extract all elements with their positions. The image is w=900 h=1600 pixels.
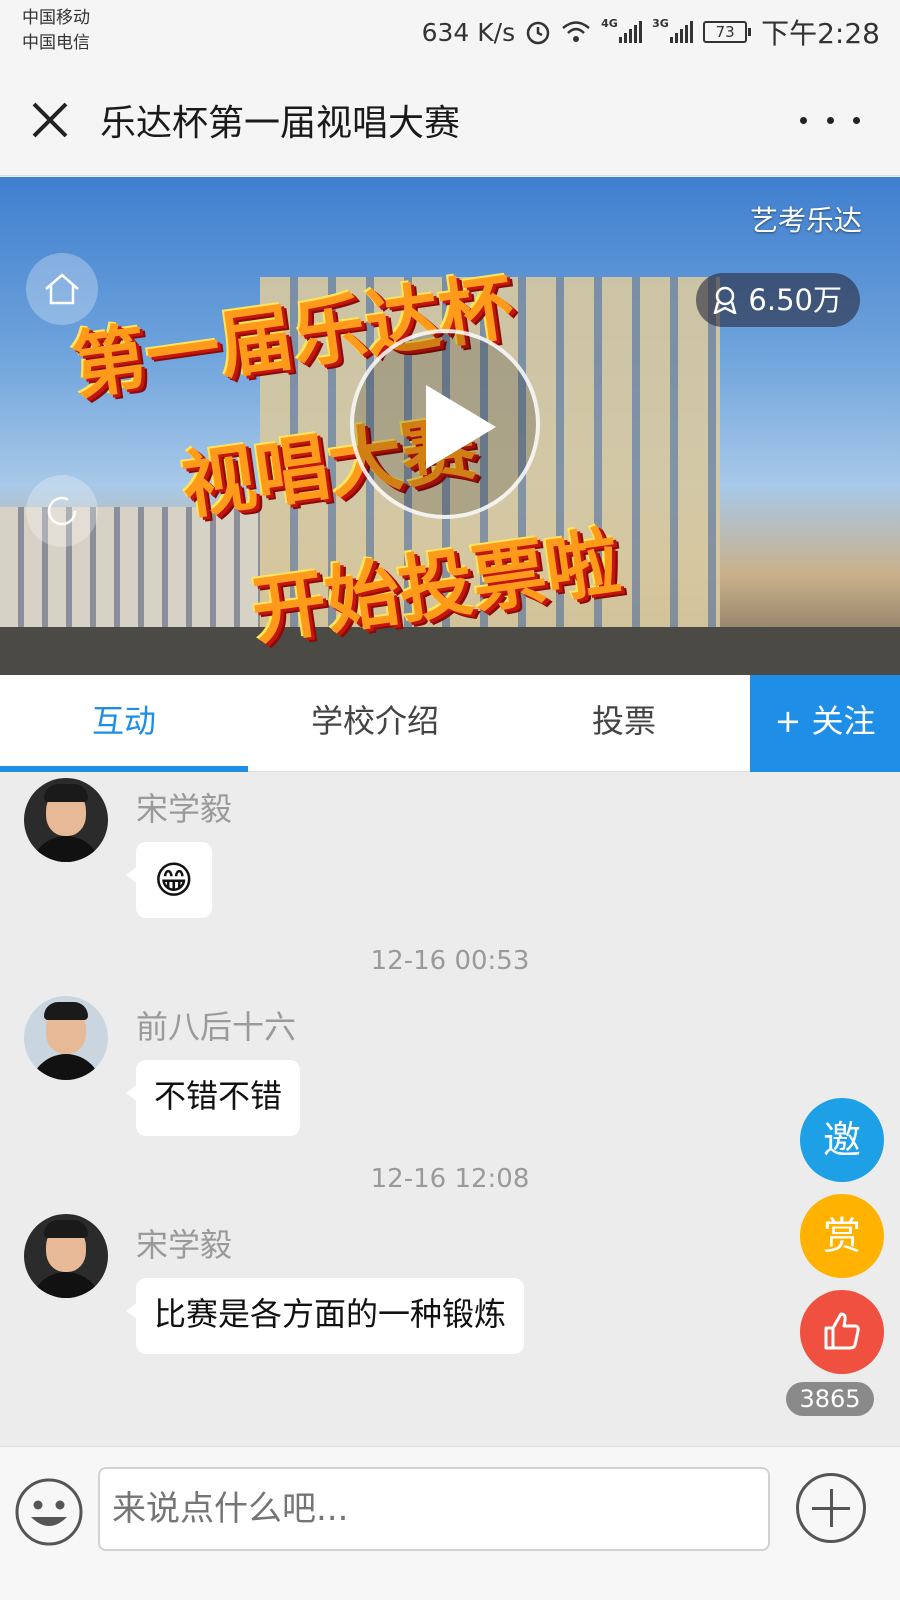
- status-bar: 中国移动 中国电信 634 K/s 4G 3G 73 下午2:28: [0, 0, 900, 64]
- like-count: 3865: [786, 1382, 874, 1416]
- comment-input[interactable]: [98, 1467, 770, 1551]
- avatar[interactable]: [24, 996, 108, 1080]
- tab-school-intro[interactable]: 学校介绍: [250, 675, 500, 772]
- street-image: [0, 627, 900, 675]
- tab-bar: 互动 学校介绍 投票 + 关注: [0, 675, 900, 772]
- message-timestamp: 12-16 12:08: [370, 1164, 530, 1194]
- home-button[interactable]: [26, 253, 98, 325]
- sender-name: 宋学毅: [136, 1226, 233, 1264]
- carrier-names: 中国移动 中国电信: [22, 6, 90, 56]
- more-icon-dot: [853, 116, 860, 124]
- home-icon: [45, 273, 79, 305]
- message-bubble: 不错不错: [125, 1060, 301, 1136]
- avatar[interactable]: [24, 1214, 108, 1298]
- sender-name: 宋学毅: [136, 790, 233, 828]
- viewer-icon: [713, 286, 737, 314]
- network-speed: 634 K/s: [421, 17, 516, 47]
- emoji-button[interactable]: [14, 1477, 84, 1547]
- refresh-icon: [47, 496, 77, 526]
- wifi-icon: [561, 20, 591, 44]
- battery-icon: 73: [703, 21, 752, 43]
- emoji-icon: [15, 1478, 83, 1546]
- tab-interaction[interactable]: 互动: [0, 675, 248, 772]
- page-title: 乐达杯第一届视唱大赛: [100, 103, 461, 144]
- play-button[interactable]: [350, 329, 540, 519]
- status-indicators: 634 K/s 4G 3G 73 下午2:28: [422, 12, 880, 52]
- carrier-2: 中国电信: [22, 33, 90, 53]
- message-bubble: 😁: [126, 842, 212, 918]
- sender-name: 前八后十六: [136, 1008, 297, 1046]
- title-bar: 乐达杯第一届视唱大赛: [0, 64, 900, 176]
- more-icon-dot: [800, 116, 807, 124]
- refresh-button[interactable]: [26, 475, 98, 547]
- carrier-1: 中国移动: [22, 8, 90, 28]
- signal-icon-2: 3G: [652, 17, 694, 43]
- avatar[interactable]: [24, 778, 108, 862]
- more-button[interactable]: [800, 102, 860, 138]
- tab-vote[interactable]: 投票: [500, 675, 748, 772]
- video-banner[interactable]: 第一届乐达杯 视唱大赛 开始投票啦 艺考乐达 6.50万: [0, 177, 900, 675]
- like-button[interactable]: [800, 1290, 884, 1374]
- add-button[interactable]: [796, 1473, 866, 1543]
- follow-button[interactable]: + 关注: [750, 675, 900, 772]
- channel-name: 艺考乐达: [749, 204, 862, 237]
- message-bubble: 比赛是各方面的一种锻炼: [125, 1278, 525, 1354]
- viewer-count-badge: 6.50万: [696, 273, 860, 327]
- viewer-count: 6.50万: [748, 283, 842, 317]
- thumbs-up-icon: [824, 1312, 860, 1350]
- signal-icon-1: 4G: [601, 17, 643, 43]
- clock: 下午2:28: [761, 17, 880, 50]
- reward-button[interactable]: 赏: [800, 1194, 884, 1278]
- alarm-icon: [525, 19, 551, 45]
- comment-input-bar: [0, 1446, 900, 1600]
- more-icon-dot: [826, 116, 834, 124]
- close-button[interactable]: [28, 98, 72, 142]
- close-icon: [32, 102, 68, 138]
- message-timestamp: 12-16 00:53: [370, 946, 530, 976]
- invite-button[interactable]: 邀: [800, 1098, 884, 1182]
